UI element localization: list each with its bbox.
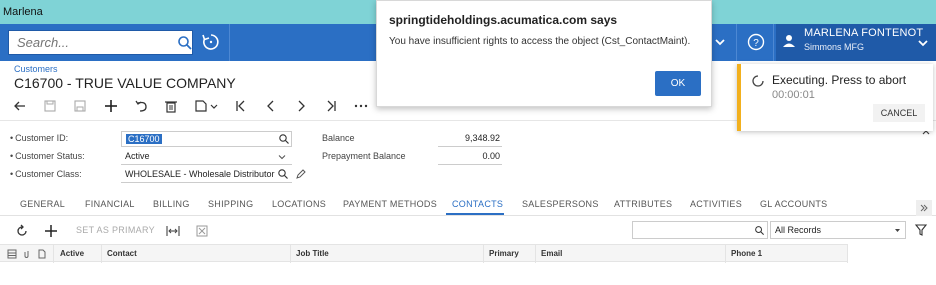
export-excel-icon[interactable] — [195, 224, 209, 238]
topbar-divider — [736, 24, 737, 61]
executing-notification: Executing. Press to abort 00:00:01 CANCE… — [737, 64, 933, 131]
tab-salespersons[interactable]: SALESPERSONS — [522, 199, 599, 209]
tab-shipping[interactable]: SHIPPING — [208, 199, 253, 209]
last-record-icon[interactable] — [321, 96, 341, 116]
copy-paste-icon[interactable] — [191, 96, 225, 116]
active-tab-indicator — [446, 213, 504, 215]
page-title: C16700 - TRUE VALUE COMPANY — [14, 75, 236, 91]
customer-status-select[interactable]: Active — [121, 149, 292, 165]
refresh-icon[interactable] — [14, 223, 30, 239]
column-header-job-title[interactable]: Job Title — [296, 249, 329, 258]
column-header-primary[interactable]: Primary — [489, 249, 519, 258]
chevron-down-icon[interactable] — [916, 36, 930, 50]
customer-id-value: C16700 — [126, 134, 162, 144]
customer-status-value: Active — [125, 151, 150, 161]
tab-attributes[interactable]: ATTRIBUTES — [614, 199, 672, 209]
tab-contacts[interactable]: CONTACTS — [452, 199, 503, 209]
ok-button[interactable]: OK — [655, 71, 701, 96]
save-close-icon[interactable] — [70, 96, 90, 116]
records-filter-value: All Records — [775, 225, 822, 235]
search-icon[interactable] — [277, 168, 289, 180]
customer-status-label: • Customer Status: — [10, 151, 85, 161]
user-company: Simmons MFG — [804, 42, 865, 52]
column-header-active[interactable]: Active — [60, 249, 84, 258]
prepayment-balance-label: Prepayment Balance — [322, 151, 406, 161]
history-icon[interactable] — [200, 31, 222, 53]
caret-down-icon[interactable] — [893, 226, 902, 235]
executing-title[interactable]: Executing. Press to abort — [772, 73, 906, 87]
tab-gl-accounts[interactable]: GL ACCOUNTS — [760, 199, 827, 209]
next-record-icon[interactable] — [291, 96, 311, 116]
search-icon[interactable] — [278, 133, 290, 145]
document-icon — [38, 249, 46, 259]
tabs-overflow-button[interactable] — [916, 200, 932, 216]
topbar-divider — [773, 24, 774, 61]
executing-elapsed: 00:00:01 — [772, 89, 815, 101]
column-header-phone-1[interactable]: Phone 1 — [731, 249, 762, 258]
records-filter-select[interactable]: All Records — [770, 221, 906, 239]
grid-search-input[interactable] — [632, 221, 768, 239]
customer-id-label: • Customer ID: — [10, 133, 69, 143]
customer-id-field[interactable]: C16700 — [121, 131, 292, 147]
user-menu[interactable]: MARLENA FONTENOT Simmons MFG — [776, 24, 936, 61]
add-row-icon[interactable] — [43, 223, 59, 239]
tab-payment-methods[interactable]: PAYMENT METHODS — [343, 199, 437, 209]
attachment-icon — [24, 251, 29, 258]
chevron-down-icon[interactable] — [712, 34, 728, 50]
row-selector-icon[interactable] — [7, 249, 17, 259]
spinner-icon — [752, 75, 764, 87]
tab-bar: GENERAL FINANCIAL BILLING SHIPPING LOCAT… — [0, 196, 936, 216]
double-chevron-icon — [920, 204, 928, 212]
undo-icon[interactable] — [131, 96, 151, 116]
cancel-button[interactable]: CANCEL — [873, 104, 925, 122]
alert-dialog: springtideholdings.acumatica.com says Yo… — [376, 0, 712, 107]
first-record-icon[interactable] — [231, 96, 251, 116]
search-icon[interactable] — [177, 35, 193, 51]
tab-locations[interactable]: LOCATIONS — [272, 199, 326, 209]
dialog-message: You have insufficient rights to access t… — [389, 36, 691, 47]
user-name: MARLENA FONTENOT — [804, 27, 924, 39]
save-icon[interactable] — [40, 96, 60, 116]
breadcrumb[interactable]: Customers — [14, 64, 58, 74]
tab-activities[interactable]: ACTIVITIES — [690, 199, 742, 209]
column-header-email[interactable]: Email — [541, 249, 562, 258]
customer-class-label: • Customer Class: — [10, 169, 82, 179]
svg-text:?: ? — [753, 38, 759, 49]
window-title: Marlena — [3, 6, 43, 18]
add-icon[interactable] — [101, 96, 121, 116]
tab-billing[interactable]: BILLING — [153, 199, 190, 209]
topbar-divider — [229, 24, 230, 61]
prepayment-balance-value: 0.00 — [438, 149, 502, 165]
fit-columns-icon[interactable] — [165, 224, 181, 238]
customer-class-value: WHOLESALE - Wholesale Distributor — [125, 169, 275, 179]
help-icon[interactable]: ? — [746, 32, 766, 52]
column-header-contact[interactable]: Contact — [107, 249, 137, 258]
balance-label: Balance — [322, 133, 355, 143]
tab-general[interactable]: GENERAL — [20, 199, 65, 209]
delete-icon[interactable] — [161, 96, 181, 116]
dialog-title: springtideholdings.acumatica.com says — [389, 13, 618, 27]
customer-class-field[interactable]: WHOLESALE - Wholesale Distributor — [121, 167, 292, 183]
search-icon[interactable] — [754, 225, 765, 236]
search-input[interactable] — [9, 31, 159, 54]
back-arrow-icon[interactable] — [10, 96, 30, 116]
tab-financial[interactable]: FINANCIAL — [85, 199, 135, 209]
balance-value: 9,348.92 — [438, 131, 502, 147]
set-as-primary-button[interactable]: SET AS PRIMARY — [76, 225, 155, 235]
global-search[interactable] — [8, 30, 193, 55]
chevron-down-icon[interactable] — [277, 152, 287, 162]
filter-icon[interactable] — [914, 223, 928, 237]
more-actions-icon[interactable] — [351, 96, 371, 116]
previous-record-icon[interactable] — [261, 96, 281, 116]
grid-header: Active Contact Job Title Primary Email P… — [0, 244, 848, 263]
edit-pencil-icon[interactable] — [295, 168, 307, 180]
user-icon — [783, 35, 795, 47]
